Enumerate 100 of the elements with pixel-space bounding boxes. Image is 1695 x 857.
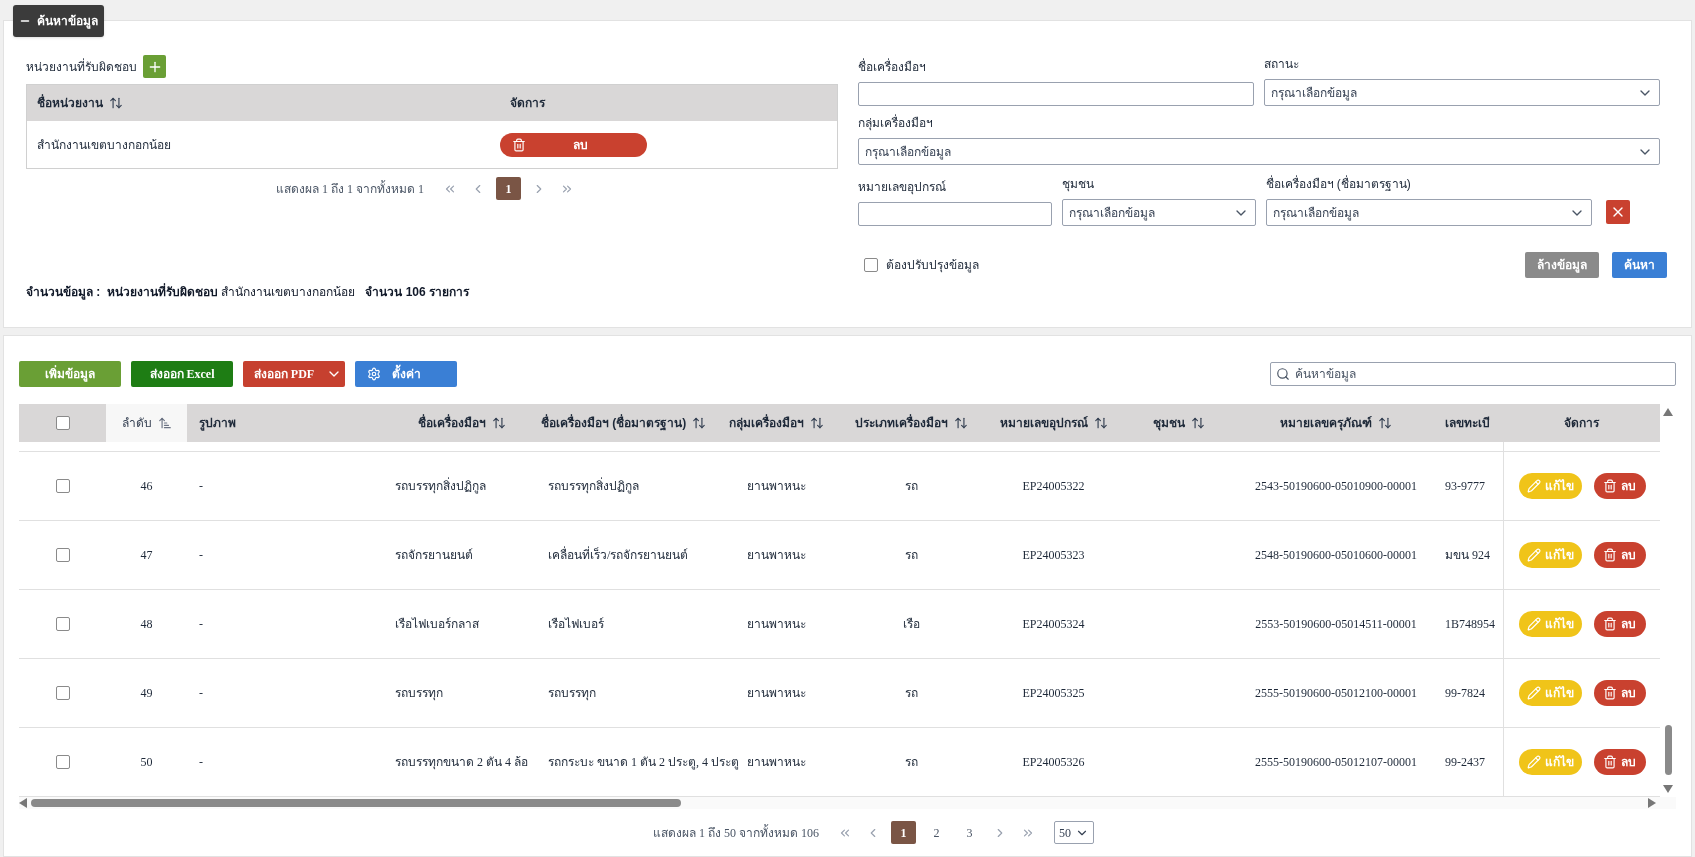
table-cell-text: 46 <box>140 478 153 495</box>
page-button[interactable]: 2 <box>924 821 949 844</box>
checkbox[interactable] <box>55 686 70 700</box>
table-cell-text: เรือไฟเบอร์กลาส <box>395 616 479 633</box>
field-label: ชื่อเครื่องมือฯ (ชื่อมาตรฐาน) <box>1265 175 1412 193</box>
scrollbar-thumb[interactable] <box>31 799 681 807</box>
sort-icon[interactable] <box>953 416 968 430</box>
table-cell-text: 99-2437 <box>1445 754 1485 771</box>
scroll-left-arrow-icon[interactable] <box>19 798 27 808</box>
table-cell-text: 2548-50190600-05010600-00001 <box>1255 547 1417 564</box>
column-header[interactable]: หมายเลขครุภัณฑ์ <box>1231 404 1441 442</box>
table-cell-text: รถบรรทุก <box>548 685 596 702</box>
column-header: จัดการ <box>1564 415 1599 432</box>
trash-icon <box>1603 686 1617 700</box>
table-cell-text: 2543-50190600-05010900-00001 <box>1255 478 1417 495</box>
table-cell-text: ยานพาหนะ <box>746 754 806 771</box>
field-label: สถานะ <box>1263 56 1300 73</box>
settings-button[interactable]: ตั้งค่า <box>355 361 457 387</box>
field-label: ชื่อเครื่องมือฯ <box>857 58 927 76</box>
column-header[interactable]: ชุมชน <box>1126 404 1231 442</box>
add-unit-button[interactable] <box>143 55 166 78</box>
section-label: หน่วยงานที่รับผิดชอบ <box>26 57 137 76</box>
table-cell-text: รถ <box>904 478 918 495</box>
column-header[interactable]: กลุ่มเครื่องมือฯ <box>711 404 841 442</box>
checkbox[interactable] <box>55 617 70 631</box>
sort-icon[interactable] <box>809 416 824 430</box>
pencil-icon <box>1526 755 1541 769</box>
table-cell-text: รถจักรยานยนต์ <box>395 547 473 564</box>
select-field[interactable]: กรุณาเลือกข้อมูล <box>857 138 1660 165</box>
delete-button[interactable]: ลบ <box>1593 473 1646 499</box>
scroll-right-arrow-icon[interactable] <box>1648 798 1656 808</box>
text-field[interactable] <box>857 202 1052 226</box>
horizontal-scrollbar[interactable] <box>19 797 1676 809</box>
table-cell-text: 2553-50190600-05014511-00001 <box>1255 616 1417 633</box>
trash-icon <box>1603 548 1617 562</box>
delete-button[interactable]: ลบ <box>1593 542 1646 568</box>
sort-icon[interactable] <box>109 96 123 110</box>
column-header[interactable]: ชื่อหน่วยงาน <box>37 94 123 112</box>
table-cell-text: - <box>199 754 203 771</box>
close-button[interactable] <box>1605 200 1630 224</box>
table-cell-text: 1B748954 <box>1445 616 1495 633</box>
delete-button[interactable]: ลบ <box>500 132 647 157</box>
table-cell-text: ยานพาหนะ <box>746 685 806 702</box>
export-excel-button[interactable]: ส่งออก Excel <box>131 361 233 387</box>
scroll-down-arrow-icon[interactable] <box>1663 785 1673 793</box>
pencil-icon <box>1526 479 1541 493</box>
sort-icon[interactable] <box>692 416 707 430</box>
delete-button[interactable]: ลบ <box>1593 611 1646 637</box>
checkbox[interactable] <box>55 548 70 562</box>
table-cell-text: EP24005324 <box>1022 616 1085 633</box>
checkbox[interactable] <box>55 479 70 493</box>
checkbox[interactable] <box>55 755 70 769</box>
table-cell: รถบรรทุกสิ่งปฏิกูล <box>548 477 639 495</box>
table-cell-text: 2555-50190600-05012107-00001 <box>1255 754 1417 771</box>
page-size-select[interactable]: 50 <box>1054 821 1094 844</box>
page-button[interactable]: 1 <box>496 177 521 200</box>
column-header[interactable]: ลำดับ <box>106 404 187 442</box>
column-header[interactable]: เลขทะเบี <box>1441 404 1503 442</box>
field-label: หมายเลขอุปกรณ์ <box>857 179 947 196</box>
checkbox[interactable] <box>55 416 70 430</box>
table-cell-text: - <box>199 547 203 564</box>
page-button[interactable]: 1 <box>891 821 916 844</box>
table-cell-text: รถ <box>904 547 918 564</box>
trash-icon <box>1603 479 1617 493</box>
field-label: ชุมชน <box>1061 176 1095 193</box>
search-panel-toggle[interactable]: ค้นหาข้อมูล <box>13 5 104 37</box>
checkbox[interactable] <box>863 258 878 272</box>
table-cell-text: EP24005326 <box>1022 754 1085 771</box>
table-cell-text: - <box>199 616 203 633</box>
select-field[interactable]: กรุณาเลือกข้อมูล <box>1265 199 1592 226</box>
scrollbar-thumb[interactable] <box>1664 725 1672 775</box>
text-field[interactable] <box>857 82 1254 106</box>
table-cell-text: รถ <box>904 754 918 771</box>
sort-icon[interactable] <box>1190 416 1205 430</box>
select-field[interactable]: กรุณาเลือกข้อมูล <box>1061 199 1256 226</box>
search-button[interactable]: ค้นหา <box>1612 252 1667 278</box>
page-button[interactable]: 3 <box>957 821 982 844</box>
column-header[interactable]: รูปภาพ <box>187 404 387 442</box>
table-cell-text: 99-7824 <box>1445 685 1485 702</box>
export-pdf-button[interactable]: ส่งออก PDF <box>243 361 345 387</box>
table-cell-text: 93-9777 <box>1445 478 1485 495</box>
delete-button[interactable]: ลบ <box>1593 680 1646 706</box>
delete-button[interactable]: ลบ <box>1593 749 1646 775</box>
table-cell-text: 2555-50190600-05012100-00001 <box>1255 685 1417 702</box>
pagination-summary: แสดงผล 1 ถึง 1 จากทั้งหมด 1 <box>276 179 424 198</box>
column-header[interactable]: ประเภทเครื่องมือฯ <box>841 404 981 442</box>
sort-ascending-icon[interactable] <box>157 416 172 430</box>
column-header[interactable]: ชื่อเครื่องมือฯ (ชื่อมาตรฐาน) <box>536 404 711 442</box>
scroll-up-arrow-icon[interactable] <box>1663 408 1673 416</box>
column-header[interactable]: ชื่อเครื่องมือฯ <box>387 404 536 442</box>
table-cell-text: รถบรรทุกขนาด 2 ตัน 4 ล้อ <box>395 754 528 771</box>
column-header[interactable]: หมายเลขอุปกรณ์ <box>981 404 1126 442</box>
sort-icon[interactable] <box>1378 416 1392 430</box>
select-field[interactable]: กรุณาเลือกข้อมูล <box>1263 79 1660 106</box>
table-search-field[interactable]: ค้นหาข้อมูล <box>1270 362 1676 386</box>
pagination-summary: แสดงผล 1 ถึง 50 จากทั้งหมด 106 <box>653 823 819 842</box>
sort-icon[interactable] <box>1093 416 1108 430</box>
select-placeholder: กรุณาเลือกข้อมูล <box>1068 204 1155 222</box>
sort-icon[interactable] <box>491 416 506 430</box>
trash-icon <box>1603 617 1617 631</box>
